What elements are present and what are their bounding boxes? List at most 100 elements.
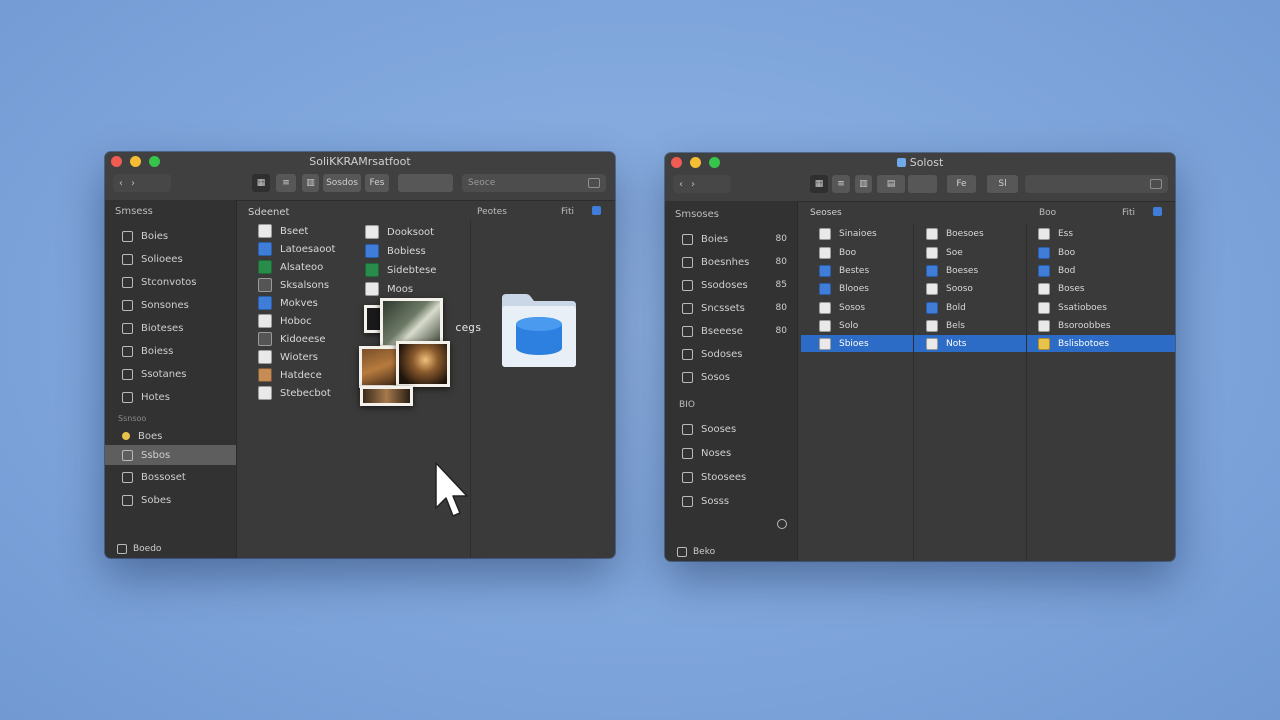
sidebar-item[interactable]: Stoosees [665, 467, 797, 487]
sidebar-item-selected[interactable]: Ssbos [105, 445, 236, 465]
file-item[interactable]: Sksalsons [258, 277, 329, 293]
app-icon [258, 296, 272, 310]
sidebar-item[interactable]: Boesnhes 80 [665, 252, 797, 272]
search-field[interactable] [1025, 175, 1168, 193]
file-item[interactable]: Bseet [258, 223, 308, 239]
drive-folder-icon[interactable] [500, 292, 578, 368]
folder-icon [682, 371, 693, 383]
sidebar-item[interactable]: Hotes [105, 387, 236, 407]
column-item[interactable]: Bod [1027, 262, 1175, 279]
file-item[interactable]: Kidoeese [258, 331, 325, 347]
sidebar-item[interactable]: Ssodoses 85 [665, 275, 797, 295]
forward-icon[interactable]: › [131, 178, 135, 189]
file-item[interactable]: Moos [365, 281, 413, 297]
info-icon[interactable] [592, 206, 601, 215]
back-forward-buttons[interactable]: ‹ › [113, 174, 171, 192]
sidebar-item[interactable]: Sosss [665, 491, 797, 511]
sidebar-footer[interactable]: Boedo [117, 544, 161, 554]
toolbar-button-a[interactable]: Sosdos [323, 174, 361, 192]
sort-button[interactable]: Peotes [477, 207, 507, 217]
column-item[interactable]: Bold [914, 299, 1026, 316]
app-icon [365, 244, 379, 258]
file-item[interactable]: Sidebtese [365, 262, 436, 278]
sidebar-item[interactable]: Bossoset [105, 467, 236, 487]
column-item[interactable]: Ssatioboes [1027, 299, 1175, 316]
sidebar-item[interactable]: Sodoses [665, 344, 797, 364]
column-item[interactable]: Bsoroobbes [1027, 317, 1175, 334]
file-item[interactable]: Stebecbot [258, 385, 331, 401]
column-view-button[interactable]: ▥ [302, 174, 319, 192]
title-bar[interactable]: Solost ‹ › ▦ ≡ ▥ ▤ Fe Sl [665, 153, 1175, 202]
file-item[interactable]: Latoesaoot [258, 241, 335, 257]
document-icon [1038, 301, 1050, 314]
column-item[interactable]: Bestes [801, 262, 913, 279]
column-item[interactable]: Boses [1027, 280, 1175, 297]
toolbar-button-b[interactable]: Fes [365, 174, 389, 192]
sidebar-item[interactable]: Bseeese 80 [665, 321, 797, 341]
column-item-selected[interactable]: Nots [914, 335, 1026, 352]
list-view-button[interactable]: ≡ [276, 174, 296, 192]
toolbar-button-a[interactable]: Fe [947, 175, 976, 193]
column-item[interactable]: Boo [801, 244, 913, 261]
view-options[interactable]: Fiti [1122, 208, 1135, 218]
sidebar-item-label: Sonsones [141, 299, 189, 311]
sidebar-item[interactable]: Stconvotos [105, 272, 236, 292]
sidebar-item[interactable]: Boies 80 [665, 229, 797, 249]
file-item[interactable]: Wioters [258, 349, 318, 365]
file-item[interactable]: Dooksoot [365, 224, 434, 240]
column-item[interactable]: Boesoes [914, 225, 1026, 242]
column-item[interactable]: Soe [914, 244, 1026, 261]
column-item-selected[interactable]: Sbioes [801, 335, 913, 352]
gallery-view-button[interactable]: ▤ [877, 175, 905, 193]
icon-view-button[interactable]: ▦ [810, 175, 828, 193]
column-item[interactable]: Sooso [914, 280, 1026, 297]
column-item[interactable]: Bels [914, 317, 1026, 334]
sidebar-item-tag[interactable]: Boes [105, 426, 236, 446]
back-icon[interactable]: ‹ [119, 178, 123, 189]
sidebar-item[interactable]: Boiess [105, 341, 236, 361]
column-view-button[interactable]: ▥ [855, 175, 872, 193]
column-item[interactable]: Boeses [914, 262, 1026, 279]
icon-view-button[interactable]: ▦ [252, 174, 270, 192]
column-item[interactable]: Sosos [801, 299, 913, 316]
sidebar-item[interactable]: Sonsones [105, 295, 236, 315]
file-label: Stebecbot [280, 387, 331, 399]
toolbar-button-b[interactable]: Sl [987, 175, 1018, 193]
item-label: Sosos [839, 302, 866, 313]
column-item[interactable]: Blooes [801, 280, 913, 297]
sidebar-footer[interactable]: Beko [677, 547, 715, 557]
back-forward-buttons[interactable]: ‹ › [673, 175, 731, 193]
sidebar-item[interactable]: Sooses [665, 419, 797, 439]
back-icon[interactable]: ‹ [679, 179, 683, 190]
sidebar-item[interactable]: Ssotanes [105, 364, 236, 384]
sidebar-item[interactable]: Bioteses [105, 318, 236, 338]
sidebar-item[interactable]: Sosos [665, 367, 797, 387]
info-icon[interactable] [1153, 207, 1162, 216]
column-item[interactable]: Ess [1027, 225, 1175, 242]
file-item[interactable]: Hatdece [258, 367, 322, 383]
file-item[interactable]: Bobiess [365, 243, 426, 259]
sidebar-item[interactable]: Boies [105, 226, 236, 246]
list-view-button[interactable]: ≡ [832, 175, 850, 193]
file-item[interactable]: Alsateoo [258, 259, 323, 275]
sidebar-item[interactable]: Sncssets 80 [665, 298, 797, 318]
file-item[interactable]: Mokves [258, 295, 318, 311]
sidebar-item-label: Bseeese [701, 325, 743, 337]
file-item[interactable]: Hoboc [258, 313, 312, 329]
column-item[interactable]: Solo [801, 317, 913, 334]
title-bar[interactable]: SoliKKRAMrsatfoot ‹ › ▦ ≡ ▥ Sosdos Fes S… [105, 152, 615, 201]
forward-icon[interactable]: › [691, 179, 695, 190]
folder-icon [122, 471, 133, 483]
column-item[interactable]: Boo [1027, 244, 1175, 261]
search-field[interactable]: Seoce [462, 174, 606, 192]
view-options[interactable]: Fiti [561, 207, 574, 217]
arrange-button[interactable] [908, 175, 937, 193]
sidebar-item[interactable]: Solioees [105, 249, 236, 269]
column-item-selected[interactable]: Bslisbotoes [1027, 335, 1175, 352]
column-item[interactable]: Sinaioes [801, 225, 913, 242]
action-button[interactable] [398, 174, 453, 192]
sidebar-item-label: Sncssets [701, 302, 745, 314]
sidebar-item[interactable]: Noses [665, 443, 797, 463]
sidebar-item[interactable]: Sobes [105, 490, 236, 510]
settings-gear-icon[interactable] [777, 519, 787, 529]
